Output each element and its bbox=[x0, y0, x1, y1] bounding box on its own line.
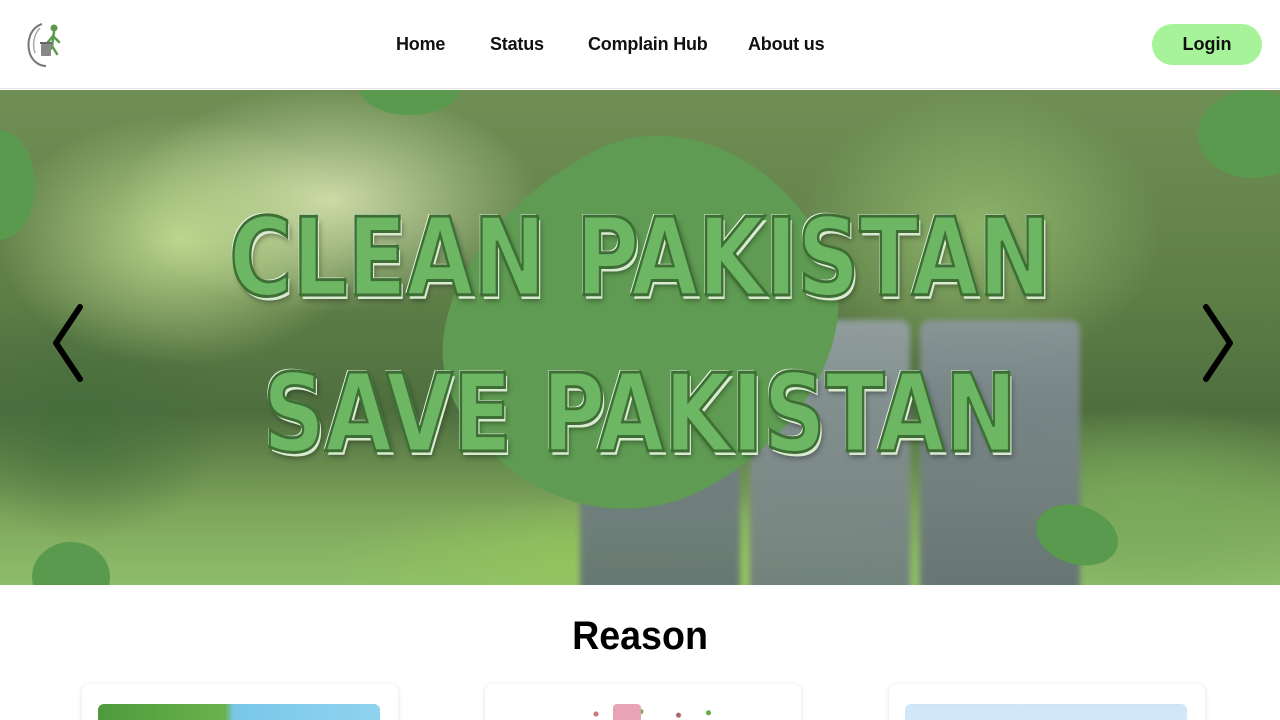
main-nav: Home Status Complain Hub About us bbox=[0, 34, 1280, 56]
decorative-flower bbox=[613, 704, 641, 720]
hero-carousel: CLEAN PAKISTAN SAVE PAKISTAN bbox=[0, 90, 1280, 585]
reason-card[interactable] bbox=[889, 684, 1205, 720]
decorative-blob bbox=[360, 90, 460, 115]
decorative-blob bbox=[32, 542, 110, 585]
carousel-prev-button[interactable] bbox=[48, 303, 88, 383]
reason-card[interactable] bbox=[485, 684, 801, 720]
hero-headline-line-2: SAVE PAKISTAN bbox=[262, 351, 1019, 479]
nav-complain-hub[interactable]: Complain Hub bbox=[588, 34, 708, 55]
decorative-sprig bbox=[581, 708, 731, 720]
carousel-next-button[interactable] bbox=[1198, 303, 1238, 383]
nav-status[interactable]: Status bbox=[490, 34, 544, 55]
reason-card-image bbox=[905, 704, 1187, 720]
chevron-right-icon bbox=[1203, 304, 1233, 382]
nav-home[interactable]: Home bbox=[396, 34, 445, 55]
login-button[interactable]: Login bbox=[1152, 24, 1262, 65]
decorative-blob bbox=[0, 130, 35, 240]
hero-headline-line-1: CLEAN PAKISTAN bbox=[228, 195, 1052, 323]
nav-about-us[interactable]: About us bbox=[748, 34, 825, 55]
chevron-left-icon bbox=[53, 304, 83, 382]
reason-card-image bbox=[501, 704, 783, 720]
decorative-blob bbox=[1198, 90, 1280, 178]
reason-section-title: Reason bbox=[572, 614, 708, 658]
reason-card-image bbox=[98, 704, 380, 720]
navbar: Home Status Complain Hub About us Login bbox=[0, 0, 1280, 89]
reason-card[interactable] bbox=[82, 684, 398, 720]
